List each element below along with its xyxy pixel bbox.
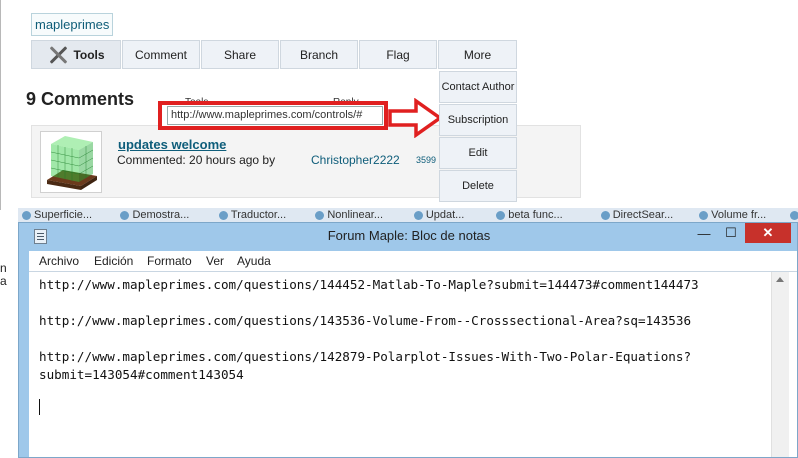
page-favicon-icon [120,210,130,220]
comment-author-link[interactable]: Christopher2222 [311,153,400,167]
branch-button[interactable]: Branch [280,40,358,69]
browser-tab-label: beta func... [508,209,563,221]
browser-tab[interactable]: DirectSear... [597,208,689,222]
menu-ver[interactable]: Ver [206,254,224,268]
status-url-text: http://www.mapleprimes.com/controls/# [167,106,383,125]
notepad-menu-bar: Archivo Edición Formato Ver Ayuda [29,251,797,271]
browser-tab-label: Demostra... [132,209,190,221]
browser-tab[interactable]: Nonlinear... [311,208,403,222]
mapleprimes-logo-link[interactable]: mapleprimes [31,13,114,36]
browser-tab-label: Superficie... [34,209,93,221]
page-favicon-icon [218,210,228,220]
cube-plot-avatar-icon [47,136,97,190]
highlighted-url-tooltip: http://www.mapleprimes.com/controls/# [158,101,388,130]
browser-tab[interactable]: Demostra... [116,208,208,222]
notepad-window-title: Forum Maple: Bloc de notas [327,228,491,243]
scroll-up-arrow-icon[interactable] [776,277,784,282]
post-toolbar: Tools Comment Share Branch Flag More [31,40,518,71]
menu-item-subscription[interactable]: Subscription [439,104,517,136]
page-favicon-icon [699,210,709,220]
browser-tab-strip: Superficie... Demostra... Traductor... N… [18,208,798,223]
author-reputation: 3599 [416,155,437,165]
comment-button[interactable]: Comment [122,40,200,69]
page-favicon-icon [413,210,423,220]
text-line: submit=143054#comment143054 [39,367,244,382]
close-button[interactable]: ✕ [745,223,791,243]
notepad-text-area[interactable]: http://www.mapleprimes.com/questions/144… [29,271,797,457]
browser-tab-label: Updat... [425,209,465,221]
minimize-button[interactable]: — [691,223,717,243]
maximize-button[interactable]: ☐ [718,223,744,243]
browser-tab[interactable]: Volume fr... [695,208,779,222]
flag-button[interactable]: Flag [359,40,437,69]
page-favicon-icon [496,210,506,220]
browser-tab-label: DirectSear... [612,209,674,221]
comment-timestamp: Commented: 20 hours ago by [117,153,276,167]
text-line: http://www.mapleprimes.com/questions/143… [39,313,692,328]
menu-ayuda[interactable]: Ayuda [237,254,271,268]
page-favicon-icon [315,210,325,220]
text-line: http://www.mapleprimes.com/questions/142… [39,349,692,364]
more-dropdown-menu: Contact Author Subscription Edit Delete [439,71,517,203]
browser-tab[interactable]: Superficie... [18,208,110,222]
avatar [40,131,102,193]
menu-edicion[interactable]: Edición [94,254,133,268]
browser-tab[interactable]: beta func... [492,208,590,222]
page-favicon-icon [600,210,610,220]
red-arrow-annotation-icon [388,98,444,138]
menu-archivo[interactable]: Archivo [39,254,79,268]
comment-title-link[interactable]: updates welcome [118,137,226,152]
more-button[interactable]: More [438,40,517,69]
tools-button[interactable]: Tools [31,40,121,69]
menu-formato[interactable]: Formato [147,254,192,268]
notepad-window: Forum Maple: Bloc de notas — ☐ ✕ Archivo… [18,222,798,458]
comments-heading: 9 Comments [26,89,135,109]
menu-item-edit[interactable]: Edit [439,137,517,169]
menu-item-contact-author[interactable]: Contact Author [439,71,517,103]
page-left-border [0,0,1,210]
text-line: http://www.mapleprimes.com/questions/144… [39,277,699,292]
tools-icon [47,45,69,65]
browser-tab-label: Volume fr... [711,209,767,221]
background-text-fragment: a [0,274,7,288]
page-favicon-icon [789,210,798,220]
vertical-scrollbar[interactable] [771,272,789,457]
menu-item-delete[interactable]: Delete [439,170,517,202]
browser-tab[interactable]: Traductor... [215,208,305,222]
browser-tab[interactable]: Go [786,208,798,222]
page-favicon-icon [22,210,31,220]
tools-button-label: Tools [73,47,105,62]
browser-tab-label: Nonlinear... [327,209,384,221]
browser-tab[interactable]: Updat... [410,208,486,222]
background-page-fragment: n a [0,262,12,288]
browser-tab-label: Traductor... [230,209,287,221]
share-button[interactable]: Share [201,40,279,69]
text-cursor [39,399,40,415]
